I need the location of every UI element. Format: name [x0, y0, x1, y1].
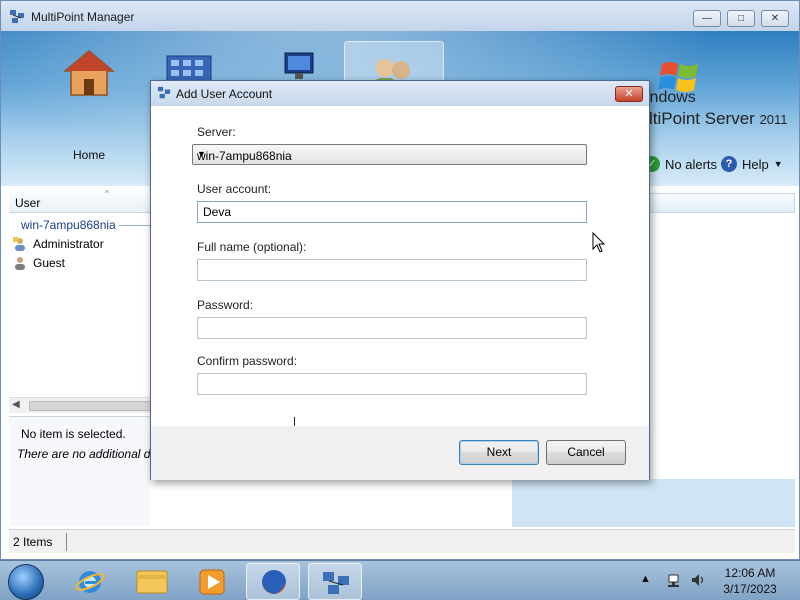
- minimize-button[interactable]: —: [693, 10, 721, 27]
- user-account-field[interactable]: [197, 201, 587, 223]
- clock[interactable]: 12:06 AM 3/17/2023: [712, 565, 788, 597]
- full-name-field[interactable]: [197, 259, 587, 281]
- taskbar-ie[interactable]: [63, 563, 117, 600]
- clock-date: 3/17/2023: [723, 582, 777, 596]
- taskbar-multipoint[interactable]: [308, 563, 362, 600]
- add-user-dialog: Add User Account ✕ Server: win-7ampu868n…: [150, 80, 650, 480]
- taskbar-media-player[interactable]: [185, 563, 239, 600]
- server-group-divider: [119, 225, 151, 226]
- window-title: MultiPoint Manager: [31, 10, 135, 24]
- column-header-user[interactable]: User ^: [9, 189, 151, 213]
- user-name: Guest: [33, 256, 66, 270]
- help-menu[interactable]: ? Help ▼: [721, 156, 783, 172]
- password-field[interactable]: [197, 317, 587, 339]
- dialog-close-button[interactable]: ✕: [615, 86, 643, 102]
- confirm-password-field[interactable]: [197, 373, 587, 395]
- status-bar: 2 Items: [9, 529, 795, 553]
- brand-line-2: ltiPoint Server 2011: [649, 109, 788, 129]
- dialog-title: Add User Account: [176, 87, 273, 101]
- no-selection-text: No item is selected.: [21, 427, 126, 441]
- column-header-label: User: [15, 196, 41, 210]
- main-titlebar[interactable]: MultiPoint Manager — □ ✕: [1, 1, 799, 31]
- confirm-password-label: Confirm password:: [197, 354, 298, 368]
- status-separator: [66, 533, 67, 551]
- server-select[interactable]: win-7ampu868nia ▼: [192, 144, 587, 165]
- scroll-left-icon[interactable]: ◀: [12, 399, 20, 410]
- start-orb-icon[interactable]: [8, 564, 44, 600]
- alerts-link[interactable]: ✓ No alerts: [644, 156, 717, 172]
- help-icon: ?: [721, 156, 737, 172]
- server-group-label[interactable]: win-7ampu868nia: [21, 218, 116, 232]
- multipoint-icon: [157, 86, 171, 99]
- multipoint-taskbar-icon: [323, 572, 349, 594]
- list-item[interactable]: Administrator: [13, 237, 104, 251]
- tasks-pane: [512, 479, 795, 527]
- explorer-icon: [136, 570, 168, 594]
- taskbar-firefox[interactable]: [246, 563, 300, 600]
- brand-product: ltiPoint Server: [649, 109, 755, 128]
- chevron-down-icon: ▼: [773, 159, 783, 169]
- monitor-icon[interactable]: [283, 51, 315, 81]
- server-label: Server:: [197, 125, 236, 139]
- mouse-cursor-icon: [592, 232, 606, 253]
- taskbar-explorer[interactable]: [125, 563, 179, 600]
- scroll-thumb[interactable]: [29, 401, 151, 411]
- user-account-label: User account:: [197, 182, 272, 196]
- taskbar: ▲ 12:06 AM 3/17/2023: [0, 560, 800, 600]
- next-button[interactable]: Next: [459, 440, 539, 465]
- sort-arrow-icon: ^: [105, 189, 109, 198]
- help-label: Help: [742, 156, 769, 172]
- clock-time: 12:06 AM: [724, 566, 776, 580]
- brand-line-1: indows: [646, 89, 696, 106]
- user-name: Administrator: [33, 237, 104, 251]
- show-hidden-icons[interactable]: ▲: [640, 573, 651, 585]
- horizontal-scrollbar[interactable]: ◀: [9, 397, 151, 413]
- password-label: Password:: [197, 298, 254, 312]
- network-icon[interactable]: [667, 572, 683, 588]
- brand-year: 2011: [759, 112, 788, 127]
- admin-user-icon: [13, 237, 25, 251]
- multipoint-icon: [10, 10, 24, 23]
- home-icon[interactable]: [63, 49, 115, 97]
- maximize-button[interactable]: □: [727, 10, 755, 27]
- chevron-down-icon: ▼: [197, 149, 206, 159]
- dialog-titlebar[interactable]: Add User Account ✕: [151, 81, 649, 106]
- guest-user-icon: [15, 257, 25, 270]
- ie-icon: [75, 571, 105, 593]
- nav-home-label[interactable]: Home: [61, 148, 117, 162]
- firefox-icon: [262, 570, 286, 594]
- media-player-icon: [199, 569, 225, 595]
- alerts-label: No alerts: [665, 156, 718, 172]
- item-count: 2 Items: [13, 535, 53, 549]
- volume-icon[interactable]: [690, 572, 706, 588]
- list-item[interactable]: Guest: [13, 256, 65, 270]
- full-name-label: Full name (optional):: [197, 240, 307, 254]
- cancel-button[interactable]: Cancel: [546, 440, 626, 465]
- tasks-pane-header: [649, 193, 795, 213]
- close-button[interactable]: ✕: [761, 10, 789, 27]
- no-info-text: There are no additional de: [17, 447, 151, 461]
